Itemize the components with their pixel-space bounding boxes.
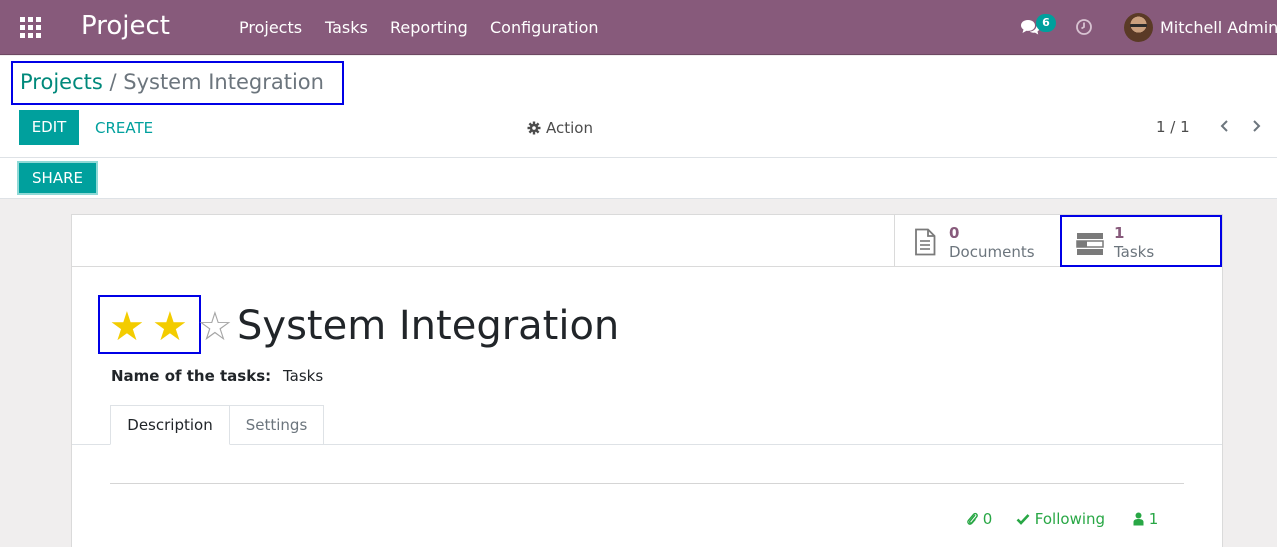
followers-button[interactable]: 1 [1133, 510, 1158, 528]
control-panel: Projects / System Integration EDIT CREAT… [0, 56, 1277, 158]
gear-icon [527, 121, 541, 135]
tab-description[interactable]: Description [110, 405, 230, 445]
tab-settings[interactable]: Settings [230, 405, 324, 445]
activity-clock-icon[interactable] [1075, 18, 1093, 36]
messages-count-badge: 6 [1036, 14, 1056, 32]
breadcrumb-projects-link[interactable]: Projects [20, 70, 103, 94]
app-title[interactable]: Project [81, 11, 170, 41]
menu-tasks[interactable]: Tasks [325, 18, 368, 37]
pager-value[interactable]: 1 / 1 [1156, 118, 1190, 136]
form-sheet: 0 Documents 1 Tasks ★ ★ ☆ System Integra… [71, 214, 1223, 547]
notebook-tabs: Description Settings [72, 405, 1222, 445]
tasks-count: 1 [1114, 224, 1125, 242]
check-icon [1016, 514, 1030, 525]
tasks-name-label: Name of the tasks: [111, 367, 272, 385]
priority-star-filled-icon[interactable]: ★ [152, 307, 188, 347]
tasks-icon [1076, 233, 1104, 255]
apps-menu-icon[interactable] [20, 17, 41, 38]
paperclip-icon [967, 512, 978, 525]
action-label: Action [546, 119, 593, 137]
priority-star-filled-icon[interactable]: ★ [109, 307, 145, 347]
share-button[interactable]: SHARE [17, 161, 98, 195]
breadcrumb: Projects / System Integration [11, 61, 344, 105]
priority-star-empty-icon[interactable]: ☆ [197, 307, 233, 347]
breadcrumb-current: System Integration [123, 70, 324, 94]
breadcrumb-separator: / [109, 70, 117, 94]
create-button[interactable]: CREATE [95, 119, 153, 137]
attachments-count: 0 [982, 510, 993, 528]
tasks-name-value[interactable]: Tasks [283, 367, 323, 385]
following-button[interactable]: Following [1016, 510, 1105, 528]
documents-label: Documents [949, 243, 1035, 261]
user-avatar[interactable] [1124, 13, 1153, 42]
document-icon [915, 228, 936, 256]
user-name[interactable]: Mitchell Admin [1160, 18, 1277, 37]
pager-next-button[interactable] [1250, 118, 1264, 137]
followers-count: 1 [1148, 510, 1159, 528]
top-navbar: Project Projects Tasks Reporting Configu… [0, 0, 1277, 55]
menu-projects[interactable]: Projects [239, 18, 302, 37]
chatter-divider [110, 483, 1184, 484]
tasks-label: Tasks [1114, 243, 1155, 261]
form-statusbar: SHARE [0, 158, 1277, 199]
documents-count: 0 [949, 224, 960, 242]
tasks-smart-button[interactable]: 1 Tasks [1060, 215, 1222, 267]
menu-configuration[interactable]: Configuration [490, 18, 599, 37]
smart-button-box: 0 Documents 1 Tasks [72, 215, 1222, 267]
chevron-left-icon [1220, 120, 1228, 132]
documents-smart-button[interactable]: 0 Documents [894, 215, 1060, 267]
menu-reporting[interactable]: Reporting [390, 18, 468, 37]
action-dropdown[interactable]: Action [527, 119, 593, 137]
attachments-button[interactable]: 0 [966, 510, 992, 528]
edit-button[interactable]: EDIT [19, 110, 79, 145]
pager-previous-button[interactable] [1217, 118, 1231, 137]
chevron-right-icon [1253, 120, 1261, 132]
following-label: Following [1034, 510, 1106, 528]
project-name-field[interactable]: System Integration [237, 303, 619, 349]
user-icon [1133, 512, 1144, 526]
